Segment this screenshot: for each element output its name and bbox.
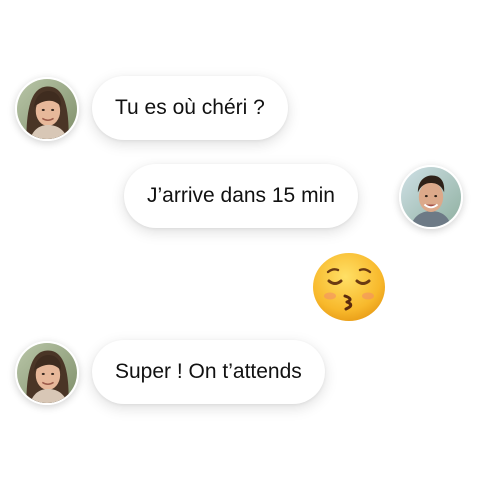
kissing-face-icon bbox=[313, 253, 385, 321]
avatar-man[interactable] bbox=[399, 165, 463, 229]
woman-portrait bbox=[17, 79, 77, 139]
message-bubble-2[interactable]: J’arrive dans 15 min bbox=[124, 164, 358, 228]
woman-portrait bbox=[17, 343, 77, 403]
message-bubble-1[interactable]: Tu es où chéri ? bbox=[92, 76, 288, 140]
avatar-woman[interactable] bbox=[15, 341, 79, 405]
message-text-2: J’arrive dans 15 min bbox=[147, 184, 335, 207]
kissing-face-emoji[interactable] bbox=[311, 252, 387, 322]
avatar-woman[interactable] bbox=[15, 77, 79, 141]
man-portrait bbox=[401, 167, 461, 227]
message-bubble-4[interactable]: Super ! On t’attends bbox=[92, 340, 325, 404]
message-text-1: Tu es où chéri ? bbox=[115, 96, 265, 119]
message-text-4: Super ! On t’attends bbox=[115, 360, 302, 383]
